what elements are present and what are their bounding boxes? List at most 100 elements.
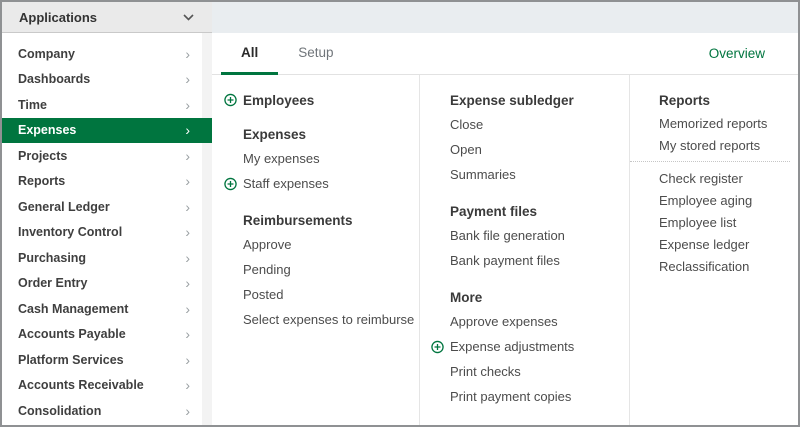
- menu-item-label: Staff expenses: [243, 176, 329, 191]
- sidebar-item-label: Inventory Control: [18, 225, 122, 239]
- sidebar-item-expenses[interactable]: Expenses›: [2, 118, 212, 144]
- sidebar-item-projects[interactable]: Projects ›: [2, 143, 202, 169]
- menu-item-approve-expenses[interactable]: Approve expenses: [450, 309, 629, 334]
- chevron-right-icon: ›: [185, 378, 190, 392]
- menu-item-label: Approve expenses: [450, 314, 558, 329]
- sidebar-item-label: Expenses: [18, 123, 76, 137]
- menu-section-expenses: ExpensesMy expenses Staff expenses: [243, 124, 419, 196]
- chevron-right-icon: ›: [185, 251, 190, 265]
- sidebar-item-inventory-control[interactable]: Inventory Control›: [2, 220, 202, 246]
- applications-dropdown-label: Applications: [19, 10, 97, 25]
- sidebar-item-label: Cash Management: [18, 302, 128, 316]
- menu-item-print-payment-copies[interactable]: Print payment copies: [450, 384, 629, 409]
- section-heading-label: Expense subledger: [450, 93, 574, 108]
- chevron-right-icon: ›: [185, 353, 190, 367]
- chevron-right-icon: ›: [185, 200, 190, 214]
- menu-item-expense-ledger[interactable]: Expense ledger: [659, 233, 790, 255]
- sidebar-item-label: Purchasing: [18, 251, 86, 265]
- menu-item-print-checks[interactable]: Print checks: [450, 359, 629, 384]
- dotted-divider: [630, 161, 790, 162]
- section-heading-label: Payment files: [450, 204, 537, 219]
- sidebar-item-accounts-payable[interactable]: Accounts Payable ›: [2, 322, 202, 348]
- menu-item-label: Select expenses to reimburse: [243, 312, 414, 327]
- chevron-right-icon: ›: [185, 327, 190, 341]
- sidebar-item-consolidation[interactable]: Consolidation›: [2, 398, 202, 424]
- section-heading-expenses: Expenses: [243, 124, 419, 144]
- sidebar-item-label: Accounts Payable: [18, 327, 126, 341]
- sidebar-item-label: Dashboards: [18, 72, 90, 86]
- section-heading-more: More: [450, 287, 629, 307]
- sidebar-item-purchasing[interactable]: Purchasing ›: [2, 245, 202, 271]
- menu-item-approve[interactable]: Approve: [243, 232, 419, 257]
- add-plus-icon[interactable]: [224, 94, 237, 107]
- add-plus-icon[interactable]: [224, 177, 237, 190]
- sidebar-item-dashboards[interactable]: Dashboards ›: [2, 67, 202, 93]
- chevron-right-icon: ›: [185, 276, 190, 290]
- menu-item-select-expenses-to-reimburse[interactable]: Select expenses to reimburse: [243, 307, 419, 332]
- tab-all[interactable]: All: [221, 33, 278, 75]
- sidebar: Applications Company›Dashboards›Time›Exp…: [2, 2, 212, 425]
- menu-item-posted[interactable]: Posted: [243, 282, 419, 307]
- menu-columns: Employees ExpensesMy expenses Staff expens…: [212, 75, 798, 425]
- tabs-group: AllSetup: [221, 33, 354, 74]
- sidebar-item-company[interactable]: Company›: [2, 41, 202, 67]
- menu-section-payment-files: Payment files Bank file generation Bank pa…: [450, 201, 629, 273]
- tab-bar: AllSetup Overview: [212, 33, 798, 75]
- menu-item-my-expenses[interactable]: My expenses: [243, 146, 419, 171]
- menu-item-summaries[interactable]: Summaries: [450, 162, 629, 187]
- menu-column-3: ReportsMemorized reportsMy stored report…: [629, 75, 798, 425]
- tab-setup[interactable]: Setup: [278, 33, 353, 75]
- section-heading-expense-subledger: Expense subledger: [450, 90, 629, 110]
- chevron-right-icon: ›: [185, 72, 190, 86]
- menu-item-staff-expenses[interactable]: Staff expenses: [243, 171, 419, 196]
- menu-item-expense-adjustments[interactable]: Expense adjustments: [450, 334, 629, 359]
- sidebar-item-label: Projects: [18, 149, 67, 163]
- menu-section-employees: Employees: [243, 90, 419, 110]
- menu-item-label: Employee aging: [659, 193, 752, 208]
- menu-item-label: Memorized reports: [659, 116, 767, 131]
- sidebar-item-cash-management[interactable]: Cash Management›: [2, 296, 202, 322]
- menu-item-employee-list[interactable]: Employee list: [659, 211, 790, 233]
- menu-item-check-register[interactable]: Check register: [659, 167, 790, 189]
- menu-item-label: Employee list: [659, 215, 736, 230]
- menu-item-pending[interactable]: Pending: [243, 257, 419, 282]
- sidebar-item-general-ledger[interactable]: General Ledger ›: [2, 194, 202, 220]
- chevron-right-icon: ›: [185, 149, 190, 163]
- section-heading-payment-files: Payment files: [450, 201, 629, 221]
- sidebar-item-platform-services[interactable]: Platform Services ›: [2, 347, 202, 373]
- sidebar-item-label: Company: [18, 47, 75, 61]
- applications-dropdown[interactable]: Applications: [2, 2, 212, 33]
- overview-link[interactable]: Overview: [709, 46, 765, 61]
- sidebar-item-label: Order Entry: [18, 276, 87, 290]
- menu-item-label: Posted: [243, 287, 283, 302]
- menu-item-memorized-reports[interactable]: Memorized reports: [659, 112, 790, 134]
- top-strip: [212, 2, 798, 33]
- sidebar-item-label: General Ledger: [18, 200, 110, 214]
- sidebar-item-order-entry[interactable]: Order Entry ›: [2, 271, 202, 297]
- chevron-right-icon: ›: [185, 174, 190, 188]
- menu-item-employee-aging[interactable]: Employee aging: [659, 189, 790, 211]
- sidebar-item-label: Platform Services: [18, 353, 124, 367]
- chevron-right-icon: ›: [185, 404, 190, 418]
- sidebar-item-reports[interactable]: Reports ›: [2, 169, 202, 195]
- menu-item-label: Check register: [659, 171, 743, 186]
- add-plus-icon[interactable]: [431, 340, 444, 353]
- menu-item-close[interactable]: Close: [450, 112, 629, 137]
- menu-item-my-stored-reports[interactable]: My stored reports: [659, 134, 790, 156]
- menu-item-label: Bank payment files: [450, 253, 560, 268]
- sidebar-item-time[interactable]: Time›: [2, 92, 202, 118]
- sidebar-nav: Company›Dashboards›Time›Expenses›Project…: [2, 33, 202, 424]
- menu-item-reclassification[interactable]: Reclassification: [659, 255, 790, 277]
- menu-column-2: Expense subledger CloseOpenSummaries Payme…: [419, 75, 629, 425]
- section-heading-employees[interactable]: Employees: [243, 90, 419, 110]
- menu-item-bank-payment-files[interactable]: Bank payment files: [450, 248, 629, 273]
- sidebar-item-accounts-receivable[interactable]: Accounts Receivable›: [2, 373, 202, 399]
- menu-section-expense-subledger: Expense subledger CloseOpenSummaries: [450, 90, 629, 187]
- sidebar-item-label: Reports: [18, 174, 65, 188]
- section-heading-label: Reimbursements: [243, 213, 353, 228]
- menu-item-bank-file-generation[interactable]: Bank file generation: [450, 223, 629, 248]
- menu-item-label: Approve: [243, 237, 291, 252]
- menu-section-reports: ReportsMemorized reportsMy stored report…: [659, 90, 790, 156]
- menu-item-label: Print payment copies: [450, 389, 571, 404]
- menu-item-open[interactable]: Open: [450, 137, 629, 162]
